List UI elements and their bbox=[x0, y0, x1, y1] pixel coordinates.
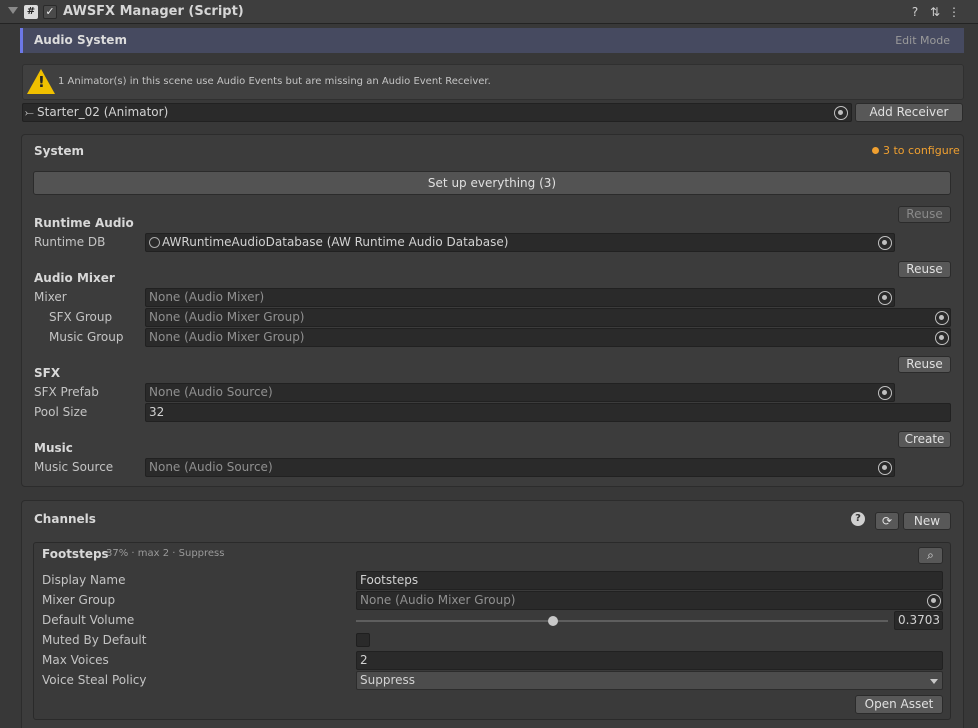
preset-settings-icon[interactable]: ⇅ bbox=[927, 4, 943, 20]
open-asset-button[interactable]: Open Asset bbox=[855, 695, 943, 714]
animator-value: Starter_02 (Animator) bbox=[37, 105, 169, 119]
banner-title: Audio System bbox=[34, 33, 127, 47]
music-source-field[interactable]: None (Audio Source) bbox=[145, 458, 895, 477]
default-volume-label: Default Volume bbox=[42, 613, 135, 627]
music-group-label: Music Group bbox=[49, 330, 124, 344]
sfx-prefab-label: SFX Prefab bbox=[34, 385, 99, 399]
status-dot-icon bbox=[872, 147, 879, 154]
chevron-down-icon bbox=[930, 679, 938, 684]
sfx-prefab-picker-icon[interactable] bbox=[878, 386, 892, 400]
mixer-field[interactable]: None (Audio Mixer) bbox=[145, 288, 895, 307]
sfx-prefab-field[interactable]: None (Audio Source) bbox=[145, 383, 895, 402]
max-voices-field[interactable]: 2 bbox=[356, 651, 943, 670]
sfx-group-label: SFX Group bbox=[49, 310, 113, 324]
runtime-reuse-button[interactable]: Reuse bbox=[898, 206, 951, 223]
display-name-field[interactable]: Footsteps bbox=[356, 571, 943, 590]
mixer-label: Mixer bbox=[34, 290, 67, 304]
audio-system-banner: Audio System Edit Mode bbox=[20, 28, 964, 53]
channel-summary: 37% · max 2 · Suppress bbox=[106, 548, 225, 559]
volume-slider-thumb[interactable] bbox=[547, 616, 558, 626]
context-menu-icon[interactable]: ⋮ bbox=[946, 4, 962, 20]
warning-box: ! 1 Animator(s) in this scene use Audio … bbox=[22, 64, 964, 100]
system-title: System bbox=[34, 144, 84, 158]
add-receiver-button[interactable]: Add Receiver bbox=[855, 103, 963, 122]
mixer-reuse-button[interactable]: Reuse bbox=[898, 261, 951, 278]
runtime-db-value: AWRuntimeAudioDatabase (AW Runtime Audio… bbox=[162, 235, 509, 249]
display-name-label: Display Name bbox=[42, 573, 126, 587]
music-source-picker-icon[interactable] bbox=[878, 461, 892, 475]
channel-name: Footsteps bbox=[42, 547, 109, 561]
sfx-reuse-button[interactable]: Reuse bbox=[898, 356, 951, 373]
sfx-title: SFX bbox=[34, 366, 61, 380]
steal-policy-value: Suppress bbox=[360, 673, 416, 687]
runtime-db-field[interactable]: AWRuntimeAudioDatabase (AW Runtime Audio… bbox=[145, 233, 895, 252]
default-volume-field[interactable]: 0.3703 bbox=[894, 611, 943, 630]
asset-icon bbox=[149, 237, 160, 248]
music-group-field[interactable]: None (Audio Mixer Group) bbox=[145, 328, 951, 347]
muted-checkbox[interactable] bbox=[356, 633, 370, 647]
music-create-button[interactable]: Create bbox=[898, 431, 951, 448]
mixer-group-label: Mixer Group bbox=[42, 593, 116, 607]
component-title: AWSFX Manager (Script) bbox=[63, 4, 244, 19]
steal-policy-label: Voice Steal Policy bbox=[42, 673, 147, 687]
sfx-group-field[interactable]: None (Audio Mixer Group) bbox=[145, 308, 951, 327]
channels-help-icon[interactable]: ? bbox=[851, 512, 865, 526]
music-group-picker-icon[interactable] bbox=[935, 331, 949, 345]
foldout-arrow-icon[interactable] bbox=[8, 7, 18, 14]
mixer-group-field[interactable]: None (Audio Mixer Group) bbox=[356, 591, 943, 610]
pool-size-field[interactable]: 32 bbox=[145, 403, 951, 422]
edit-mode-label: Edit Mode bbox=[895, 34, 950, 47]
component-header: # ✓ AWSFX Manager (Script) ? ⇅ ⋮ bbox=[0, 0, 978, 24]
max-voices-label: Max Voices bbox=[42, 653, 109, 667]
animator-field[interactable]: ⤚ Starter_02 (Animator) bbox=[22, 103, 852, 122]
object-picker-icon[interactable] bbox=[834, 106, 848, 120]
sfx-group-picker-icon[interactable] bbox=[935, 311, 949, 325]
mixer-group-picker-icon[interactable] bbox=[927, 594, 941, 608]
mixer-picker-icon[interactable] bbox=[878, 291, 892, 305]
help-icon[interactable]: ? bbox=[907, 4, 923, 20]
channel-footsteps bbox=[33, 542, 951, 720]
search-icon[interactable]: ⌕ bbox=[918, 547, 943, 564]
animator-icon: ⤚ bbox=[25, 106, 34, 119]
script-icon: # bbox=[24, 5, 38, 19]
warning-text: 1 Animator(s) in this scene use Audio Ev… bbox=[58, 76, 491, 87]
runtime-db-picker-icon[interactable] bbox=[878, 236, 892, 250]
configure-status: 3 to configure bbox=[883, 144, 960, 157]
setup-everything-button[interactable]: Set up everything (3) bbox=[33, 171, 951, 195]
audio-mixer-title: Audio Mixer bbox=[34, 271, 115, 285]
pool-size-label: Pool Size bbox=[34, 405, 88, 419]
warning-exclamation: ! bbox=[38, 73, 45, 91]
refresh-icon[interactable]: ⟳ bbox=[875, 512, 899, 530]
new-channel-button[interactable]: New bbox=[903, 512, 951, 530]
muted-label: Muted By Default bbox=[42, 633, 147, 647]
enabled-checkbox[interactable]: ✓ bbox=[43, 5, 57, 19]
volume-slider-track[interactable] bbox=[356, 620, 888, 622]
runtime-db-label: Runtime DB bbox=[34, 235, 106, 249]
runtime-audio-title: Runtime Audio bbox=[34, 216, 134, 230]
music-source-label: Music Source bbox=[34, 460, 114, 474]
music-title: Music bbox=[34, 441, 73, 455]
steal-policy-dropdown[interactable]: Suppress bbox=[356, 671, 943, 690]
channels-title: Channels bbox=[34, 512, 96, 526]
